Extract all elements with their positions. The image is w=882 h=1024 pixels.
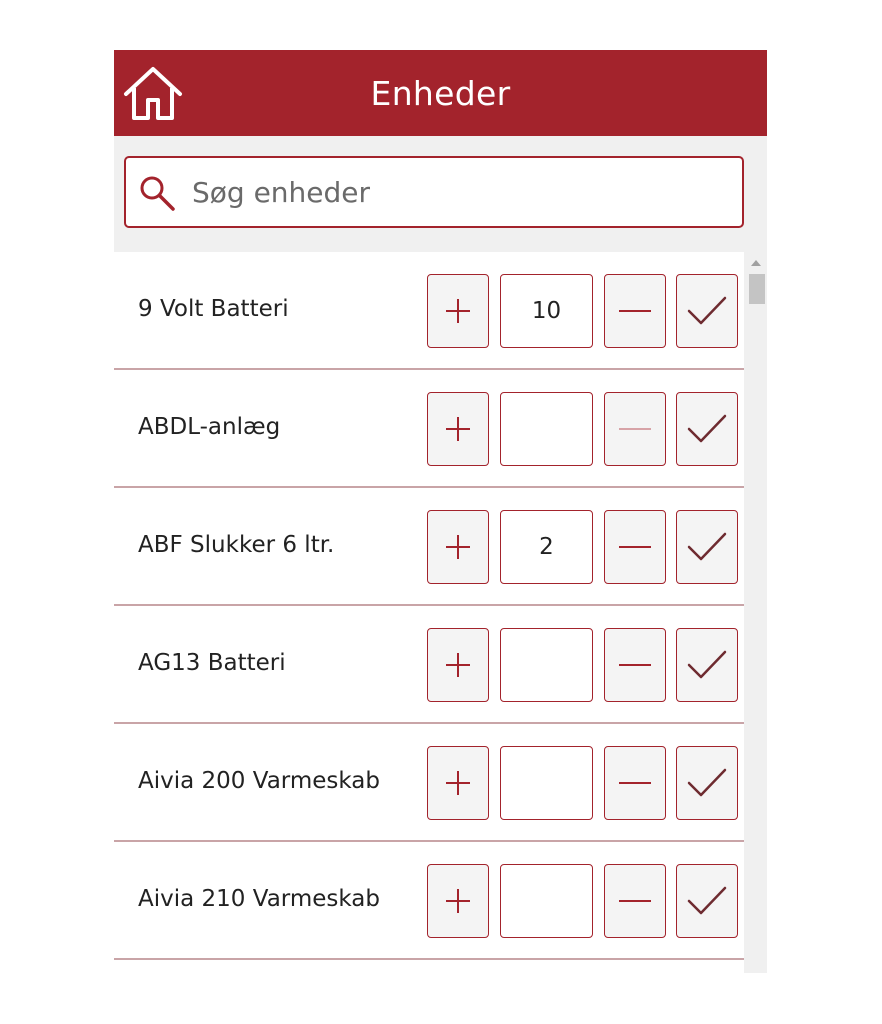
page-title: Enheder xyxy=(370,73,511,113)
quantity-field[interactable] xyxy=(500,510,593,584)
plus-icon xyxy=(446,889,470,913)
item-label: ABDL-anlæg xyxy=(138,414,281,440)
minus-icon xyxy=(619,782,651,784)
item-label: 9 Volt Batteri xyxy=(138,296,289,322)
list-item: 9 Volt Batteri xyxy=(114,252,744,370)
decrement-button[interactable] xyxy=(604,864,666,938)
increment-button[interactable] xyxy=(427,864,489,938)
plus-icon xyxy=(446,417,470,441)
check-icon xyxy=(687,532,727,561)
increment-button[interactable] xyxy=(427,628,489,702)
item-label: ABF Slukker 6 ltr. xyxy=(138,532,335,558)
confirm-button[interactable] xyxy=(676,510,738,584)
quantity-field[interactable] xyxy=(500,628,593,702)
scrollbar[interactable] xyxy=(747,252,767,973)
decrement-button[interactable] xyxy=(604,746,666,820)
list-item: Aivia 210 Varmeskab xyxy=(114,842,744,960)
plus-icon xyxy=(446,535,470,559)
increment-button[interactable] xyxy=(427,392,489,466)
check-icon xyxy=(687,296,727,325)
check-icon xyxy=(687,768,727,797)
confirm-button[interactable] xyxy=(676,392,738,466)
quantity-field[interactable] xyxy=(500,392,593,466)
minus-icon xyxy=(619,428,651,430)
increment-button[interactable] xyxy=(427,510,489,584)
confirm-button[interactable] xyxy=(676,274,738,348)
item-label: Aivia 200 Varmeskab xyxy=(138,768,380,794)
minus-icon xyxy=(619,900,651,902)
quantity-field[interactable] xyxy=(500,274,593,348)
decrement-button[interactable] xyxy=(604,510,666,584)
increment-button[interactable] xyxy=(427,746,489,820)
list-item: ABF Slukker 6 ltr. xyxy=(114,488,744,606)
check-icon xyxy=(687,886,727,915)
decrement-button[interactable] xyxy=(604,628,666,702)
scroll-thumb[interactable] xyxy=(749,274,765,304)
confirm-button[interactable] xyxy=(676,746,738,820)
check-icon xyxy=(687,650,727,679)
home-button[interactable] xyxy=(122,62,184,122)
confirm-button[interactable] xyxy=(676,628,738,702)
quantity-field[interactable] xyxy=(500,864,593,938)
header-bar: Enheder xyxy=(114,50,767,136)
decrement-button[interactable] xyxy=(604,392,666,466)
list-item: AG13 Batteri xyxy=(114,606,744,724)
item-label: Aivia 210 Varmeskab xyxy=(138,886,380,912)
plus-icon xyxy=(446,771,470,795)
app-window: Enheder 9 Volt Batteri ABDL-anlæg xyxy=(114,50,767,973)
minus-icon xyxy=(619,664,651,666)
decrement-button[interactable] xyxy=(604,274,666,348)
quantity-field[interactable] xyxy=(500,746,593,820)
plus-icon xyxy=(446,299,470,323)
search-box[interactable] xyxy=(124,156,744,228)
search-input[interactable] xyxy=(192,170,732,214)
scroll-up-arrow[interactable] xyxy=(751,260,761,266)
home-icon xyxy=(124,67,182,120)
check-icon xyxy=(687,414,727,443)
item-label: AG13 Batteri xyxy=(138,650,286,676)
minus-icon xyxy=(619,546,651,548)
list-item: ABDL-anlæg xyxy=(114,370,744,488)
minus-icon xyxy=(619,310,651,312)
confirm-button[interactable] xyxy=(676,864,738,938)
increment-button[interactable] xyxy=(427,274,489,348)
plus-icon xyxy=(446,653,470,677)
item-list: 9 Volt Batteri ABDL-anlæg xyxy=(114,252,744,973)
search-icon xyxy=(140,176,175,211)
list-item: Aivia 200 Varmeskab xyxy=(114,724,744,842)
